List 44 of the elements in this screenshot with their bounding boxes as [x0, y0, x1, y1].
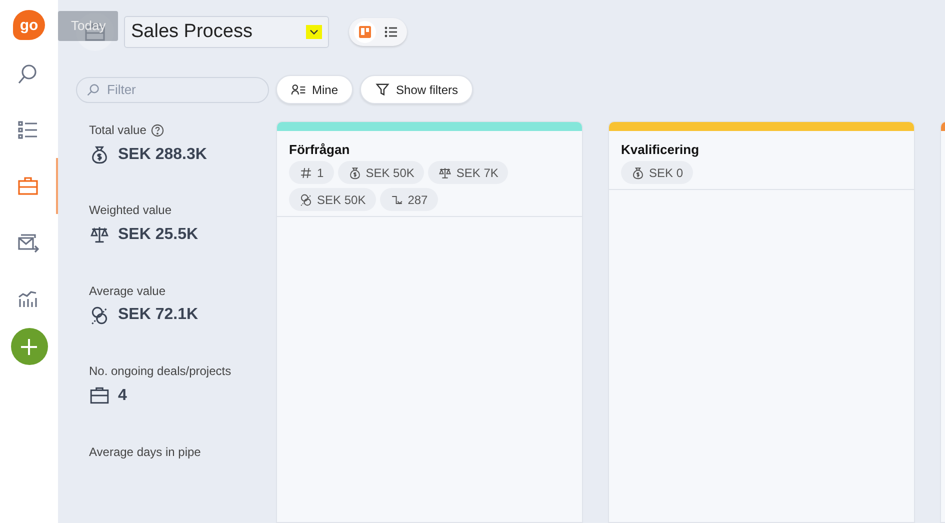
stat-label: No. ongoing deals/projects — [89, 364, 232, 378]
person-list-icon — [291, 83, 306, 96]
stat-value: SEK 72.1K — [118, 306, 198, 324]
plus-icon — [19, 336, 39, 356]
stat-label: Average days in pipe — [89, 444, 201, 459]
stage-chip: SEK 0 — [621, 161, 694, 184]
stat-value: 4 — [118, 386, 127, 405]
stage-chip: 1 — [289, 161, 334, 184]
filter-button[interactable]: Show filters — [360, 75, 474, 104]
scale-icon — [438, 166, 452, 180]
filter-button[interactable]: Mine — [276, 75, 354, 104]
funnel-icon — [375, 83, 390, 96]
stage-chip: 287 — [380, 188, 438, 211]
search-icon — [86, 82, 100, 96]
search-icon — [17, 63, 39, 85]
list-icon — [17, 119, 39, 141]
stat-label: Weighted value — [89, 203, 172, 218]
money-bag-icon — [89, 144, 110, 165]
briefcase-icon — [89, 385, 110, 406]
stage-chip: SEK 7K — [428, 161, 508, 184]
list-icon — [384, 25, 398, 39]
mail-icon — [17, 231, 39, 253]
caret-icon — [306, 25, 322, 39]
filter-field[interactable]: Filter — [76, 76, 269, 102]
stat-label: Average value — [89, 284, 166, 298]
board-icon — [358, 25, 372, 39]
help-icon[interactable] — [151, 124, 164, 136]
tooltip: Today — [58, 11, 118, 41]
money-bag-icon — [631, 166, 645, 180]
briefcase-icon — [17, 175, 39, 197]
stage-title: Förfrågan — [289, 142, 351, 157]
pipeline-select[interactable]: Sales Process — [124, 16, 329, 48]
add-button[interactable] — [10, 328, 48, 365]
stage-title: Kvalificering — [621, 142, 700, 157]
coins-icon — [89, 304, 110, 326]
stage-chip: SEK 50K — [289, 188, 376, 211]
stage-chip: SEK 50K — [338, 161, 424, 184]
hash-icon — [299, 166, 313, 180]
coins-icon — [299, 192, 313, 206]
money-bag-icon — [348, 166, 362, 180]
stat-value: SEK 25.5K — [118, 226, 198, 244]
scale-icon — [89, 224, 110, 246]
stat-label: Total value — [89, 123, 146, 137]
stat-value: SEK 288.3K — [118, 146, 207, 164]
